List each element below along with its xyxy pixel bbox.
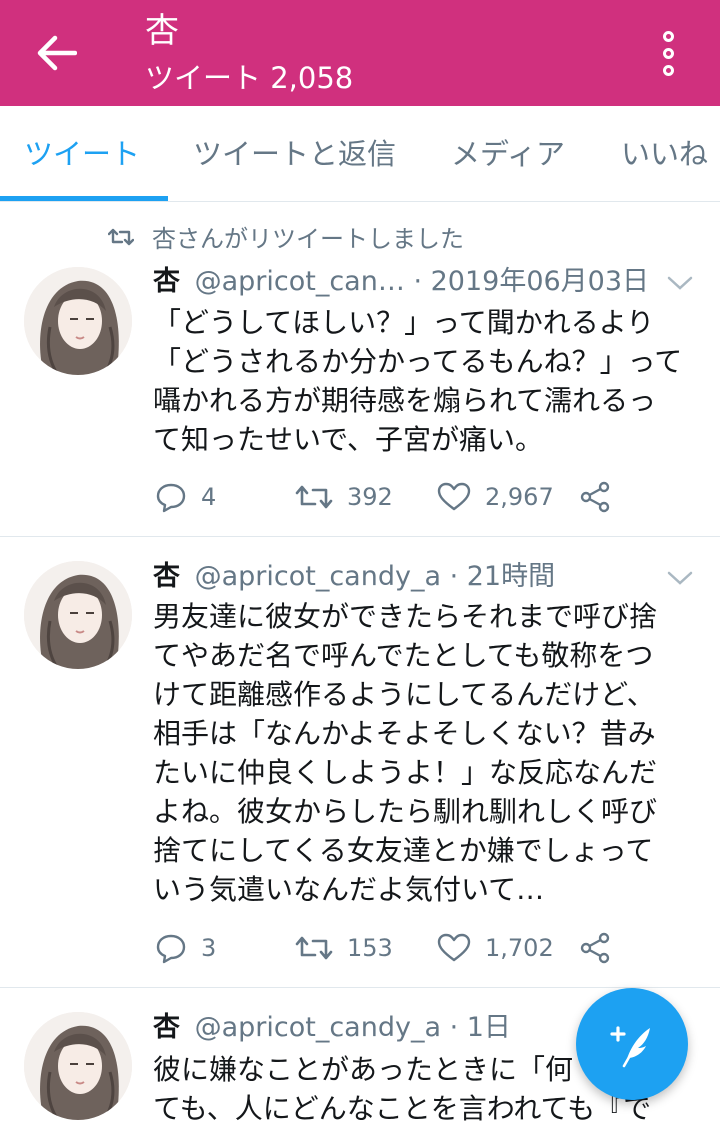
tweet-header: 杏 @apricot_candy_a · 1日 xyxy=(153,1010,511,1046)
tweet-header: 杏 @apricot_candy_a · 21時間 xyxy=(153,559,555,595)
reply-count: 4 xyxy=(201,483,217,511)
profile-tabs: ツイート ツイートと返信 メディア いいね xyxy=(0,106,720,202)
display-name[interactable]: 杏 xyxy=(153,266,180,297)
share-button[interactable] xyxy=(579,477,611,517)
more-options-button[interactable] xyxy=(648,26,688,80)
tweet-timestamp[interactable]: · 2019年06月03日 xyxy=(413,266,649,297)
tweet-header: 杏 @apricot_can… · 2019年06月03日 xyxy=(153,264,649,300)
active-tab-indicator xyxy=(0,196,168,201)
reply-button[interactable]: 4 xyxy=(155,477,216,517)
retweet-button[interactable]: 392 xyxy=(295,477,393,517)
retweet-count: 153 xyxy=(347,934,393,962)
user-handle[interactable]: @apricot_can… xyxy=(195,266,405,297)
tweet-item[interactable]: 杏さんがリツイートしました 杏 @apricot_can… · 2019年06月… xyxy=(0,203,720,537)
retweet-icon xyxy=(108,228,134,245)
more-vertical-icon xyxy=(662,30,674,76)
tab-tweets-and-replies[interactable]: ツイートと返信 xyxy=(193,106,396,201)
like-count: 2,967 xyxy=(485,483,554,511)
tweet-text: 男友達に彼女ができたらそれまで呼び捨 てやあだ名で呼んでたとしても敬称をつ けて… xyxy=(153,600,658,906)
display-name[interactable]: 杏 xyxy=(153,561,180,592)
retweet-context-label: 杏さんがリツイートしました xyxy=(152,225,464,253)
like-button[interactable]: 2,967 xyxy=(437,477,554,517)
retweet-context: 杏さんがリツイートしました xyxy=(108,219,464,254)
retweet-icon xyxy=(295,936,333,960)
tweet-text: 「どうしてほしい？」って聞かれるより 「どうされるか分かってるもんね？」って 囁… xyxy=(153,306,683,456)
chevron-down-icon[interactable] xyxy=(666,568,694,588)
tweet-actions: 3 153 1,702 xyxy=(155,928,635,968)
reply-icon xyxy=(156,483,186,513)
tweet-count: ツイート 2,058 xyxy=(145,61,354,95)
share-icon xyxy=(580,481,610,513)
arrow-left-icon xyxy=(37,35,77,71)
retweet-count: 392 xyxy=(347,483,393,511)
retweet-button[interactable]: 153 xyxy=(295,928,393,968)
chevron-down-icon[interactable] xyxy=(666,273,694,293)
reply-button[interactable]: 3 xyxy=(155,928,216,968)
tab-tweets[interactable]: ツイート xyxy=(24,106,140,201)
tweet-timestamp[interactable]: · 21時間 xyxy=(450,561,556,592)
reply-icon xyxy=(156,934,186,964)
app-bar: 杏 ツイート 2,058 xyxy=(0,0,720,106)
tweet-actions: 4 392 2,967 xyxy=(155,477,635,517)
compose-tweet-button[interactable] xyxy=(576,988,688,1100)
like-button[interactable]: 1,702 xyxy=(437,928,554,968)
avatar[interactable] xyxy=(24,267,132,375)
tab-media[interactable]: メディア xyxy=(451,106,565,201)
profile-name-title: 杏 xyxy=(145,11,179,51)
avatar[interactable] xyxy=(24,1012,132,1120)
heart-icon xyxy=(437,482,471,511)
reply-count: 3 xyxy=(201,934,217,962)
share-icon xyxy=(580,932,610,964)
share-button[interactable] xyxy=(579,928,611,968)
tab-likes[interactable]: いいね xyxy=(621,106,708,201)
back-button[interactable] xyxy=(30,26,84,80)
heart-icon xyxy=(437,933,471,962)
tweet-timestamp[interactable]: · 1日 xyxy=(450,1012,511,1043)
display-name[interactable]: 杏 xyxy=(153,1012,180,1043)
retweet-icon xyxy=(295,485,333,509)
tweet-item[interactable]: 杏 @apricot_candy_a · 21時間 男友達に彼女ができたらそれま… xyxy=(0,537,720,988)
avatar[interactable] xyxy=(24,561,132,669)
user-handle[interactable]: @apricot_candy_a xyxy=(195,561,441,592)
compose-tweet-icon xyxy=(610,1026,650,1068)
like-count: 1,702 xyxy=(485,934,554,962)
user-handle[interactable]: @apricot_candy_a xyxy=(195,1012,441,1043)
